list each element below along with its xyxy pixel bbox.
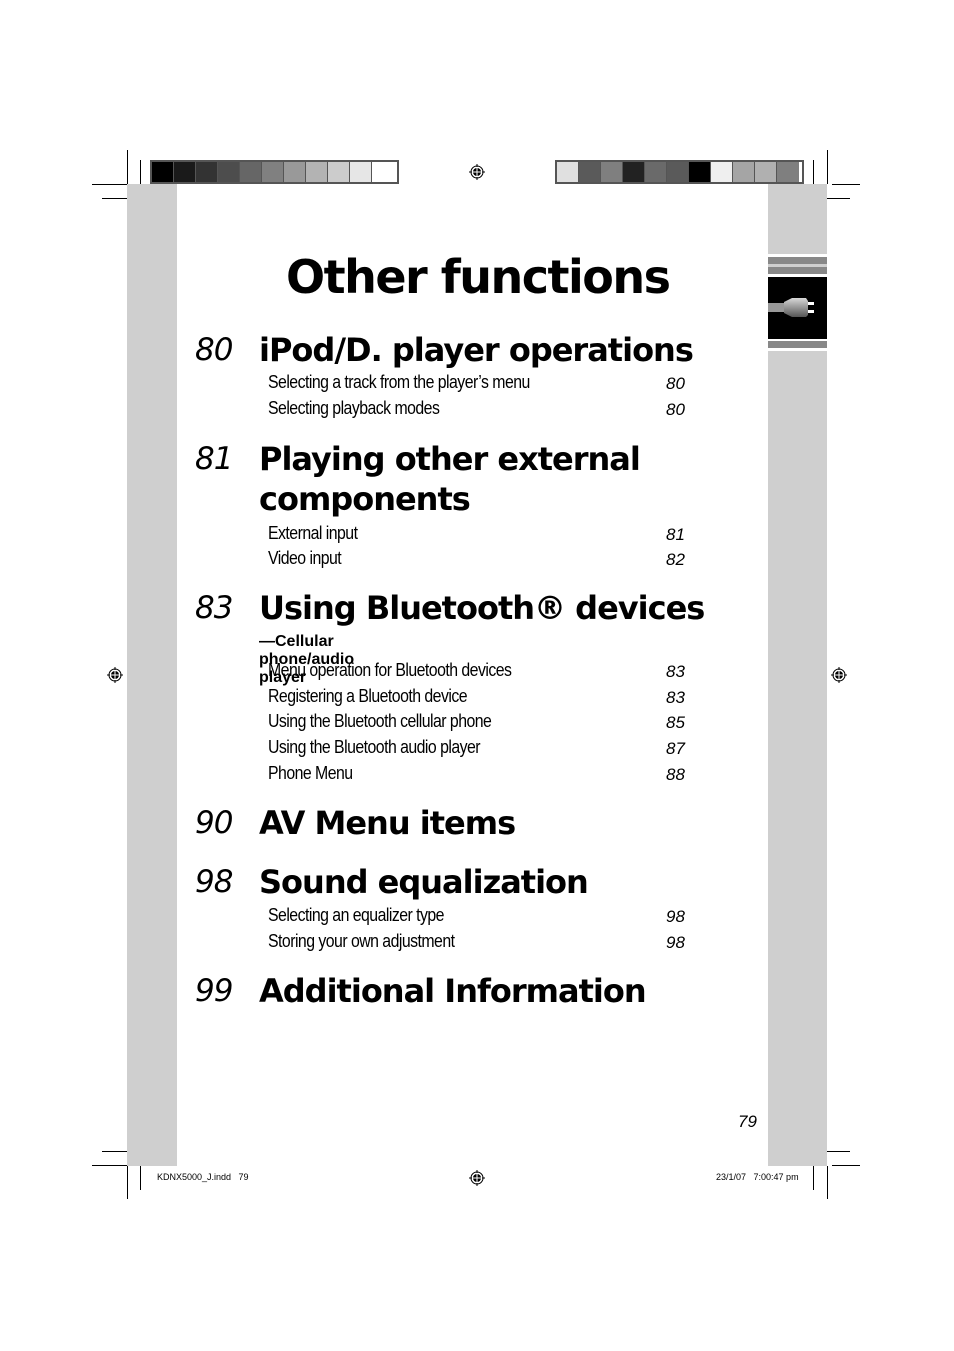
crop-mark <box>92 184 127 185</box>
color-swatch <box>284 162 306 182</box>
color-swatch <box>306 162 328 182</box>
grayscale-color-bar-left <box>150 160 399 184</box>
toc-item-page: 98 <box>666 933 685 952</box>
section-tab[interactable] <box>768 277 827 339</box>
print-slug-file: KDNX5000_J.indd 79 <box>157 1172 249 1182</box>
section-title-link-line2[interactable]: components <box>259 479 471 519</box>
section-page-number: 99 <box>195 973 233 1009</box>
toc-item-page: 98 <box>666 907 685 926</box>
section-title-link[interactable]: Using Bluetooth® devices <box>259 588 705 628</box>
crop-mark <box>813 160 814 184</box>
crop-mark <box>102 1151 127 1152</box>
color-swatch <box>196 162 218 182</box>
section-page-number: 80 <box>195 332 233 368</box>
toc-item-page: 87 <box>666 739 685 758</box>
color-swatch <box>174 162 196 182</box>
toc-item-label[interactable]: Selecting playback modes <box>268 398 636 419</box>
section-page-number: 81 <box>195 441 233 477</box>
color-swatch <box>667 162 689 182</box>
section-title-link[interactable]: iPod/D. player operations <box>259 330 694 370</box>
toc-item-label[interactable]: Storing your own adjustment <box>268 931 636 952</box>
toc-item-page: 88 <box>666 765 685 784</box>
color-swatch <box>601 162 623 182</box>
toc-item-label[interactable]: Using the Bluetooth audio player <box>268 737 636 758</box>
print-slug-timestamp: 23/1/07 7:00:47 pm <box>716 1172 799 1182</box>
toc-item-page: 83 <box>666 688 685 707</box>
section-page-number: 98 <box>195 864 233 900</box>
toc-item-page: 82 <box>666 550 685 569</box>
toc-item-page: 85 <box>666 713 685 732</box>
color-swatch <box>262 162 284 182</box>
color-swatch <box>733 162 755 182</box>
registration-mark-icon <box>469 164 485 180</box>
color-swatch <box>350 162 372 182</box>
toc-item-label[interactable]: External input <box>268 523 636 544</box>
color-swatch <box>711 162 733 182</box>
tab-stripe <box>768 267 827 274</box>
tab-stripe <box>768 341 827 348</box>
registration-mark-icon <box>107 667 123 683</box>
crop-mark <box>813 1166 814 1190</box>
connector-plug-icon <box>768 298 814 317</box>
crop-mark <box>832 1165 860 1166</box>
section-title-link[interactable]: Playing other external <box>259 439 641 479</box>
registration-mark-icon <box>469 1170 485 1186</box>
toc-item-label[interactable]: Video input <box>268 548 636 569</box>
crop-mark <box>832 184 860 185</box>
section-title-link[interactable]: AV Menu items <box>259 803 516 843</box>
page-title: Other functions <box>286 250 671 304</box>
color-swatch <box>372 162 394 182</box>
crop-mark <box>127 150 128 184</box>
section-page-number: 90 <box>195 805 233 841</box>
color-swatch <box>777 162 799 182</box>
grayscale-color-bar-right <box>555 160 804 184</box>
toc-item-label[interactable]: Selecting a track from the player’s menu <box>268 372 636 393</box>
section-page-number: 83 <box>195 590 233 626</box>
toc-item-label[interactable]: Phone Menu <box>268 763 636 784</box>
crop-mark <box>127 1166 128 1199</box>
color-swatch <box>328 162 350 182</box>
crop-mark <box>140 1166 141 1190</box>
toc-item-label[interactable]: Menu operation for Bluetooth devices <box>268 660 636 681</box>
tab-gap <box>768 348 827 351</box>
section-title-link[interactable]: Additional Information <box>259 971 647 1011</box>
toc-item-label[interactable]: Using the Bluetooth cellular phone <box>268 711 636 732</box>
crop-mark <box>140 160 141 184</box>
left-margin-bar <box>127 184 177 1166</box>
color-swatch <box>579 162 601 182</box>
crop-mark <box>92 1165 127 1166</box>
toc-item-page: 81 <box>666 525 685 544</box>
crop-mark <box>827 198 850 199</box>
color-swatch <box>623 162 645 182</box>
color-swatch <box>689 162 711 182</box>
color-swatch <box>645 162 667 182</box>
color-swatch <box>557 162 579 182</box>
crop-mark <box>102 198 127 199</box>
crop-mark <box>827 150 828 184</box>
color-swatch <box>218 162 240 182</box>
toc-item-page: 80 <box>666 400 685 419</box>
crop-mark <box>827 1166 828 1199</box>
tab-stripe <box>768 257 827 264</box>
toc-item-label[interactable]: Selecting an equalizer type <box>268 905 636 926</box>
toc-item-label[interactable]: Registering a Bluetooth device <box>268 686 636 707</box>
section-title-link[interactable]: Sound equalization <box>259 862 589 902</box>
toc-item-page: 80 <box>666 374 685 393</box>
color-swatch <box>755 162 777 182</box>
color-swatch <box>152 162 174 182</box>
page-number: 79 <box>738 1112 757 1131</box>
color-swatch <box>240 162 262 182</box>
toc-item-page: 83 <box>666 662 685 681</box>
crop-mark <box>827 1151 850 1152</box>
registration-mark-icon <box>831 667 847 683</box>
